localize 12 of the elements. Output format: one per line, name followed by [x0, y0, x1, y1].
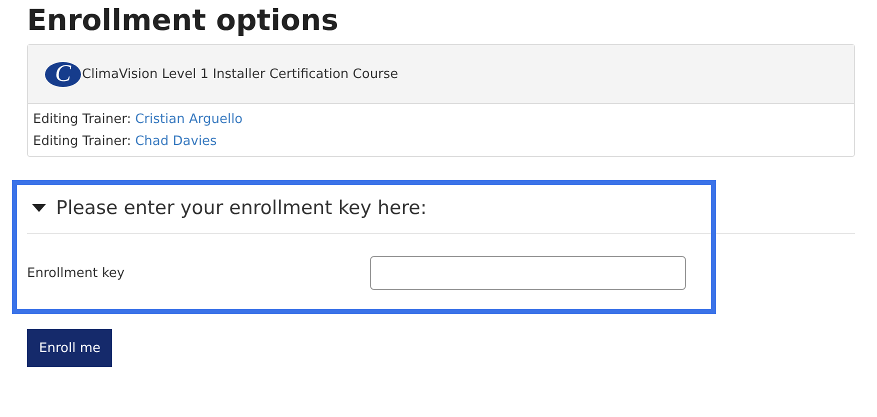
- trainer-link[interactable]: Cristian Arguello: [135, 112, 243, 127]
- enroll-button[interactable]: Enroll me: [27, 329, 112, 367]
- course-name: ClimaVision Level 1 Installer Certification Course: [82, 66, 398, 82]
- section-heading: Please enter your enrollment key here:: [56, 197, 427, 219]
- field-label: Enrollment key: [27, 266, 126, 280]
- enrollment-key-field[interactable]: [370, 256, 686, 290]
- trainer-link[interactable]: Chad Davies: [135, 134, 217, 149]
- trainer-label: Editing Trainer:: [33, 112, 132, 127]
- trainer-label: Editing Trainer:: [33, 134, 132, 149]
- caret-icon[interactable]: [32, 204, 46, 212]
- course-logo: C: [45, 62, 81, 86]
- page-title: Enrollment options: [27, 2, 340, 39]
